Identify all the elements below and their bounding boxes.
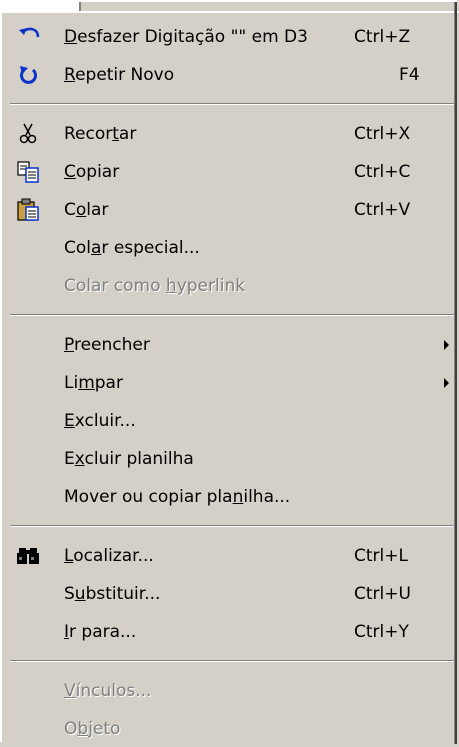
menu-item-delete-sheet[interactable]: Excluir planilha xyxy=(4,441,456,477)
paste-icon xyxy=(16,198,42,222)
mnemonic: t xyxy=(112,124,119,144)
shortcut-label: Ctrl+U xyxy=(354,584,411,604)
mnemonic: L xyxy=(64,546,74,566)
mnemonic: R xyxy=(64,65,76,85)
shortcut-label: Ctrl+V xyxy=(354,200,411,220)
submenu-arrow-icon xyxy=(444,378,449,388)
menu-item-delete[interactable]: Excluir... xyxy=(4,403,456,439)
shortcut-label: Ctrl+Y xyxy=(354,622,409,642)
mnemonic: u xyxy=(74,584,86,604)
mnemonic: a xyxy=(91,238,102,258)
menu-item-copy[interactable]: Copiar Ctrl+C xyxy=(4,154,456,190)
mnemonic: V xyxy=(64,681,76,701)
menu-item-move-copy-sheet[interactable]: Mover ou copiar planilha... xyxy=(4,479,456,515)
menu-item-paste[interactable]: Colar Ctrl+V xyxy=(4,192,456,228)
menu-item-undo[interactable]: Desfazer Digitação "" em D3 Ctrl+Z xyxy=(4,19,456,55)
mnemonic: n xyxy=(232,487,244,507)
menu-item-clear[interactable]: Limpar xyxy=(4,365,456,401)
scissors-icon xyxy=(16,122,42,146)
mnemonic: h xyxy=(165,276,177,296)
menu-item-links: Vínculos... xyxy=(64,681,152,701)
menu-separator xyxy=(10,525,456,527)
menu-separator xyxy=(10,660,456,662)
mnemonic: b xyxy=(77,719,89,739)
submenu-arrow-icon xyxy=(444,340,449,350)
mnemonic: D xyxy=(64,27,78,47)
undo-icon xyxy=(16,25,42,49)
menu-item-find[interactable]: Localizar... Ctrl+L xyxy=(4,538,456,574)
mnemonic: E xyxy=(64,411,75,431)
menu-separator xyxy=(10,103,456,105)
menu-item-redo[interactable]: Repetir Novo F4 xyxy=(4,57,456,93)
mnemonic: m xyxy=(78,373,95,393)
menu-item-paste-as-hyperlink: Colar como hyperlink xyxy=(64,276,246,296)
shortcut-label: Ctrl+X xyxy=(354,124,411,144)
binoculars-icon xyxy=(16,544,42,568)
mnemonic: C xyxy=(64,162,76,182)
shortcut-label: Ctrl+C xyxy=(354,162,411,182)
shortcut-label: F4 xyxy=(399,65,420,85)
redo-icon xyxy=(16,63,42,87)
shortcut-label: Ctrl+Z xyxy=(354,27,411,47)
menu-item-cut[interactable]: Recortar Ctrl+X xyxy=(4,116,456,152)
menu-item-paste-special[interactable]: Colar especial... xyxy=(4,230,456,266)
menu-item-goto[interactable]: Ir para... Ctrl+Y xyxy=(4,614,456,650)
shortcut-label: Ctrl+L xyxy=(354,546,408,566)
mnemonic: x xyxy=(74,449,85,469)
copy-icon xyxy=(16,160,42,184)
menu-item-fill[interactable]: Preencher xyxy=(4,327,456,363)
menu-item-replace[interactable]: Substituir... Ctrl+U xyxy=(4,576,456,612)
menu-separator xyxy=(10,314,456,316)
mnemonic: o xyxy=(75,200,87,220)
menu-right-shadow xyxy=(455,2,457,744)
menu-top-edge xyxy=(2,2,459,13)
edit-menu: Desfazer Digitação "" em D3 Ctrl+Z Repet… xyxy=(0,0,459,744)
mnemonic: P xyxy=(64,335,74,355)
